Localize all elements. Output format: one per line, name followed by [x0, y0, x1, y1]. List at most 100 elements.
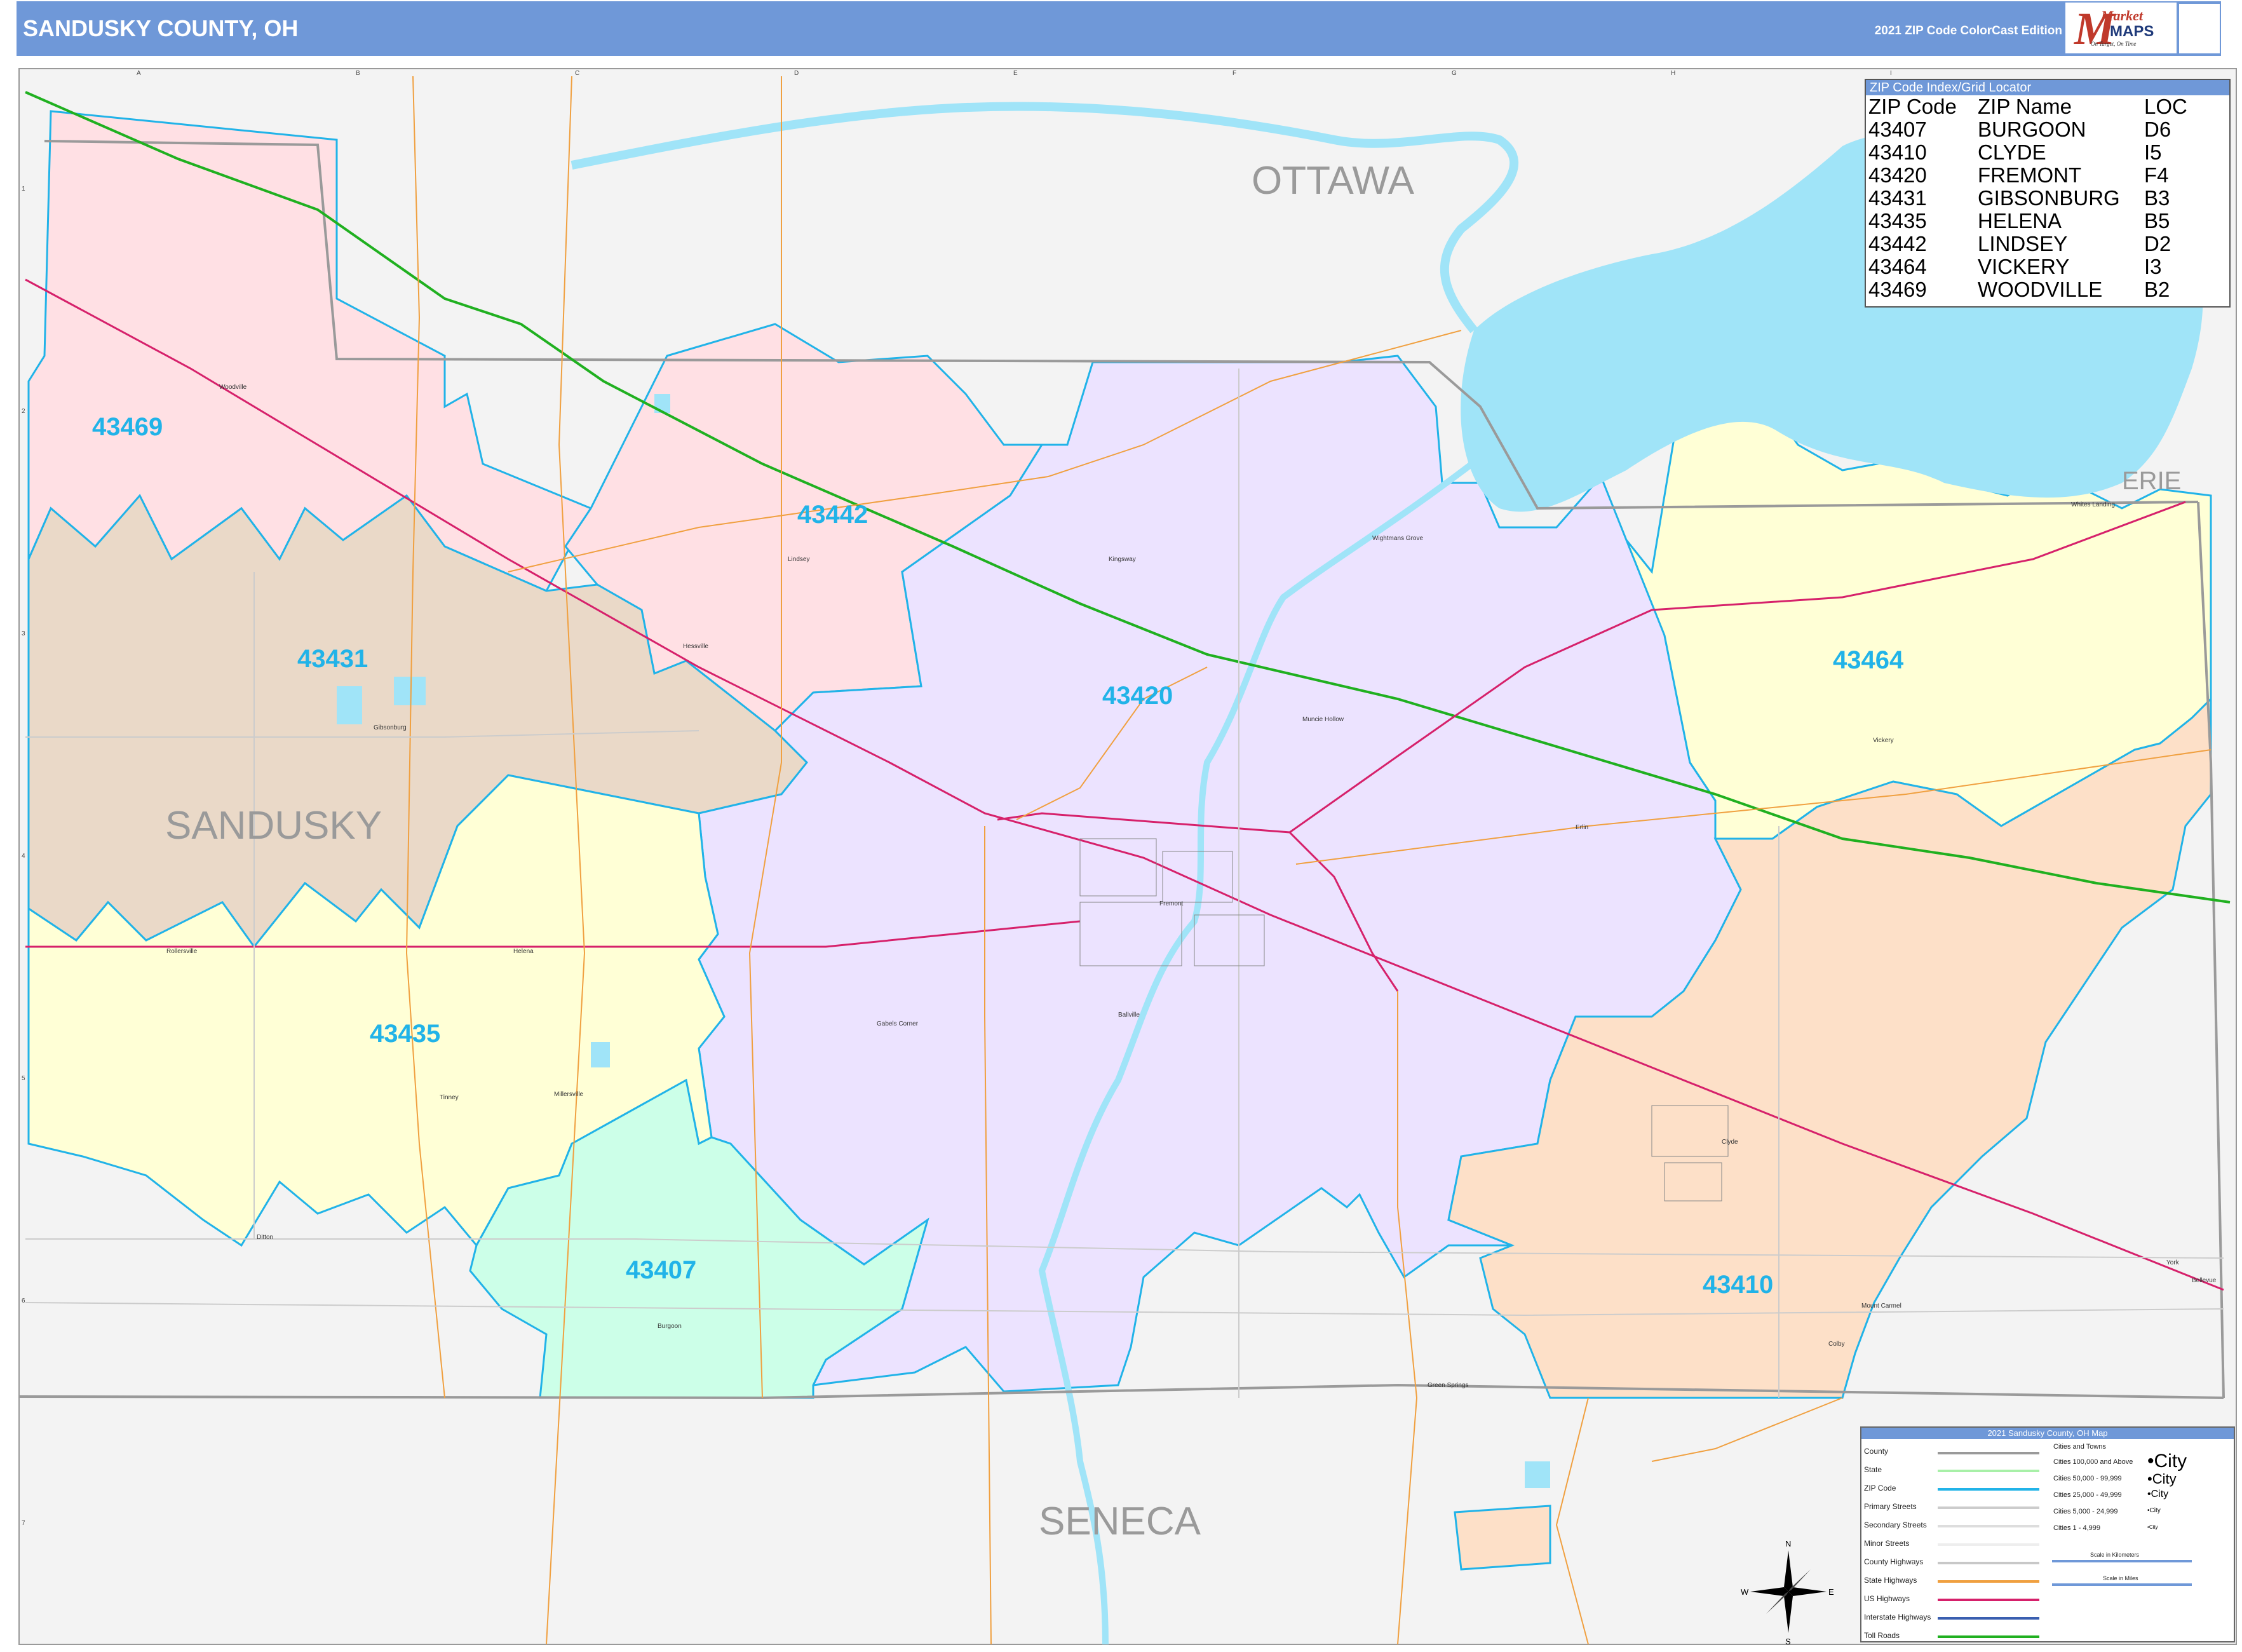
legend-city-50k-sample: •City: [2147, 1471, 2177, 1487]
legend-title: 2021 Sandusky County, OH Map: [1861, 1428, 2234, 1439]
zip-code-cell: 43469: [1868, 278, 1927, 301]
legend-city-sample: City: [2149, 1524, 2158, 1530]
legend-item-label: State Highways: [1864, 1576, 1917, 1585]
zip-label-43407: 43407: [626, 1256, 696, 1284]
zip-loc-cell: D6: [2144, 118, 2171, 141]
legend-city-1-sample: •City: [2147, 1524, 2158, 1530]
grid-col-f: F: [1232, 70, 1236, 77]
zip-index-header-zip: ZIP Code: [1868, 95, 1957, 118]
compass-e: E: [1828, 1587, 1834, 1597]
county-label-erie: ERIE: [2122, 467, 2181, 495]
place-gibsonburg: Gibsonburg: [374, 724, 407, 731]
table-row: 43420 FREMONT F4: [1868, 164, 2228, 187]
zip-code-cell: 43464: [1868, 255, 1927, 278]
zip-area-43410-south[interactable]: [1454, 1505, 1551, 1571]
place-ditton: Ditton: [257, 1234, 273, 1241]
legend-city-100k: Cities 100,000 and Above: [2053, 1458, 2133, 1466]
legend-swatch-state-hwy: [1938, 1580, 2039, 1583]
map-legend: 2021 Sandusky County, OH Map County Stat…: [1860, 1426, 2235, 1642]
legend-swatch-county-hwy: [1938, 1562, 2039, 1564]
table-row: 43442 LINDSEY D2: [1868, 233, 2228, 255]
legend-swatch-county: [1938, 1452, 2039, 1454]
legend-swatch-toll: [1938, 1635, 2039, 1638]
zip-index-header-row: ZIP Code ZIP Name LOC: [1868, 95, 2228, 118]
map-title: SANDUSKY COUNTY, OH: [23, 15, 299, 41]
legend-city-25k: Cities 25,000 - 49,999: [2053, 1491, 2122, 1499]
legend-city-1: Cities 1 - 4,999: [2053, 1524, 2100, 1532]
legend-swatch-state: [1938, 1470, 2039, 1472]
grid-row-1: 1: [22, 186, 25, 193]
zip-code-cell: 43431: [1868, 186, 1927, 210]
legend-swatch-zip: [1938, 1488, 2039, 1491]
zip-code-cell: 43420: [1868, 163, 1927, 187]
place-vickery: Vickery: [1873, 737, 1894, 744]
grid-col-d: D: [794, 70, 799, 77]
legend-city-sample: City: [2152, 1471, 2177, 1487]
table-row: 43410 CLYDE I5: [1868, 141, 2228, 164]
grid-row-3: 3: [22, 630, 25, 637]
legend-item-county-highways: County Highways: [1864, 1557, 1923, 1566]
zip-loc-cell: B5: [2144, 209, 2170, 233]
legend-item-state-highways: State Highways: [1864, 1576, 1917, 1585]
grid-col-g: G: [1452, 70, 1457, 77]
grid-col-a: A: [137, 70, 141, 77]
zip-name-cell: FREMONT: [1978, 163, 2082, 187]
legend-item-label: Toll Roads: [1864, 1631, 1900, 1640]
zip-label-43431: 43431: [297, 645, 368, 673]
place-mount-carmel: Mount Carmel: [1861, 1303, 1901, 1310]
legend-swatch-us-hwy: [1938, 1599, 2039, 1601]
logo-brand-bottom: MAPS: [2110, 23, 2154, 40]
grid-row-2: 2: [22, 408, 25, 415]
scale-km-bar: [2052, 1560, 2192, 1562]
legend-city-100k-sample: •City: [2147, 1451, 2187, 1472]
zip-index-header-loc: LOC: [2144, 95, 2187, 118]
legend-city-25k-sample: •City: [2147, 1489, 2169, 1500]
reservoir-5: [591, 1042, 610, 1067]
place-whites-landing: Whites Landing: [2071, 501, 2115, 508]
legend-city-5k: Cities 5,000 - 24,999: [2053, 1508, 2118, 1515]
scale-mi-label: Scale in Miles: [2103, 1575, 2138, 1581]
legend-cities-heading: Cities and Towns: [2053, 1443, 2106, 1451]
zip-code-cell: 43442: [1868, 232, 1927, 255]
place-tinney: Tinney: [440, 1094, 459, 1101]
compass-w: W: [1741, 1587, 1749, 1597]
zip-label-43442: 43442: [797, 501, 868, 529]
legend-city-sample: City: [2154, 1451, 2187, 1472]
legend-item-label: Minor Streets: [1864, 1539, 1910, 1548]
zip-loc-cell: B3: [2144, 186, 2170, 210]
compass-needle-s: [1784, 1592, 1793, 1633]
place-clyde: Clyde: [1722, 1139, 1738, 1146]
zip-name-cell: LINDSEY: [1978, 232, 2068, 255]
grid-col-e: E: [1013, 70, 1018, 77]
legend-item-county: County: [1864, 1447, 1888, 1456]
grid-col-b: B: [356, 70, 360, 77]
legend-swatch-interstate: [1938, 1617, 2039, 1620]
zip-code-cell: 43410: [1868, 140, 1927, 164]
place-burgoon: Burgoon: [658, 1323, 682, 1330]
grid-col-c: C: [575, 70, 579, 77]
place-erlin: Erlin: [1576, 824, 1588, 831]
place-ballville: Ballville: [1118, 1012, 1140, 1019]
place-colby: Colby: [1828, 1341, 1845, 1348]
grid-row-6: 6: [22, 1297, 25, 1304]
legend-city-sample: City: [2149, 1507, 2161, 1514]
place-fremont: Fremont: [1159, 900, 1183, 907]
legend-city-50k: Cities 50,000 - 99,999: [2053, 1475, 2122, 1482]
zip-loc-cell: D2: [2144, 232, 2171, 255]
market-maps-logo: M Market MAPS On Target, On Time: [2065, 3, 2177, 54]
place-green-springs: Green Springs: [1428, 1382, 1468, 1389]
legend-city-5k-sample: •City: [2147, 1507, 2161, 1514]
zip-name-cell: HELENA: [1978, 209, 2062, 233]
place-bellevue: Bellevue: [2192, 1277, 2217, 1284]
logo-tagline: On Target, On Time: [2091, 41, 2137, 47]
legend-item-label: County: [1864, 1447, 1889, 1456]
compass-needle-n: [1784, 1550, 1793, 1592]
zip-loc-cell: I5: [2144, 140, 2162, 164]
legend-item-label: Interstate Highways: [1864, 1613, 1931, 1622]
grid-row-5: 5: [22, 1075, 25, 1082]
legend-item-secondary-streets: Secondary Streets: [1864, 1520, 1927, 1529]
zip-index-header-name: ZIP Name: [1978, 95, 2072, 118]
scale-km-label: Scale in Kilometers: [2090, 1552, 2140, 1558]
zip-label-43410: 43410: [1703, 1271, 1773, 1299]
grid-col-i: I: [1890, 70, 1892, 77]
